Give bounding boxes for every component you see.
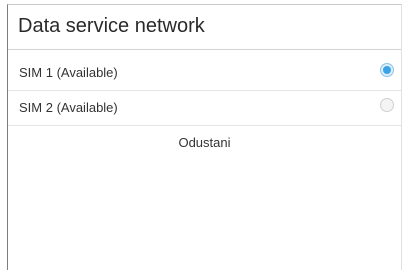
sim-2-radio-button[interactable]: [380, 98, 394, 112]
dialog-title: Data service network: [18, 15, 205, 37]
sim-1-radio-button[interactable]: [380, 63, 394, 77]
option-sim-2[interactable]: SIM 2 (Available): [8, 91, 401, 125]
data-service-network-dialog: Data service network SIM 1 (Available) S…: [7, 4, 402, 270]
option-sim-1-label: SIM 1 (Available): [19, 65, 118, 80]
title-divider: [8, 49, 401, 50]
cancel-button[interactable]: Odustani: [8, 128, 401, 158]
option-divider-bottom: [8, 125, 401, 126]
option-sim-1[interactable]: SIM 1 (Available): [8, 56, 401, 90]
option-sim-2-label: SIM 2 (Available): [19, 100, 118, 115]
